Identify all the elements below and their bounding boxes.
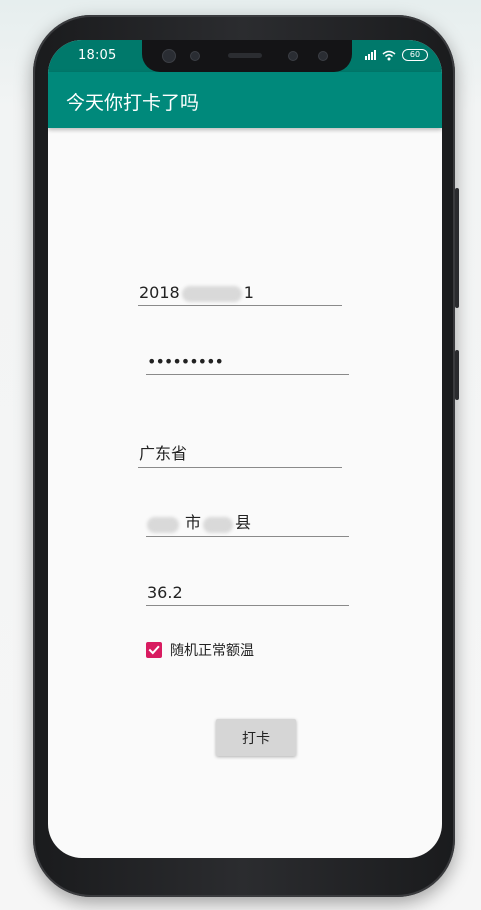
temperature-value: 36.2 bbox=[147, 583, 183, 602]
province-field[interactable]: 广东省 bbox=[138, 438, 342, 468]
front-camera-icon bbox=[162, 49, 176, 63]
username-field[interactable]: 2018 1 bbox=[138, 276, 342, 306]
app-screen: 18:05 60 今天你打卡了吗 2018 1 ••••••••• 广东省 市 … bbox=[48, 40, 442, 858]
county-label: 县 bbox=[235, 513, 252, 532]
city-label: 市 bbox=[185, 513, 202, 532]
redacted-blur bbox=[203, 517, 234, 533]
face-sensor-icon bbox=[288, 51, 298, 61]
volume-button bbox=[455, 350, 459, 400]
battery-icon: 60 bbox=[402, 49, 428, 61]
status-bar: 18:05 60 bbox=[48, 40, 442, 72]
status-time: 18:05 bbox=[78, 48, 117, 63]
redacted-blur bbox=[181, 286, 242, 302]
random-temp-checkbox[interactable] bbox=[146, 642, 162, 658]
wifi-icon bbox=[382, 50, 396, 60]
password-field[interactable]: ••••••••• bbox=[146, 345, 349, 375]
random-temp-label: 随机正常额温 bbox=[170, 643, 254, 659]
city-county-field[interactable]: 市 县 bbox=[146, 507, 349, 537]
front-camera-2-icon bbox=[318, 51, 328, 61]
power-button bbox=[455, 188, 459, 308]
temperature-field[interactable]: 36.2 bbox=[146, 576, 349, 606]
signal-icon bbox=[365, 50, 376, 60]
notch bbox=[142, 40, 352, 72]
speaker-icon bbox=[228, 53, 262, 58]
app-title: 今天你打卡了吗 bbox=[66, 92, 200, 114]
checkmark-icon bbox=[148, 645, 160, 655]
province-value: 广东省 bbox=[139, 444, 188, 463]
status-icons: 60 bbox=[365, 49, 428, 61]
sensor-icon bbox=[190, 51, 200, 61]
random-temp-option[interactable]: 随机正常额温 bbox=[146, 640, 254, 660]
username-suffix: 1 bbox=[243, 283, 254, 302]
clock-in-button[interactable]: 打卡 bbox=[216, 719, 296, 756]
app-bar: 今天你打卡了吗 bbox=[48, 72, 442, 128]
password-value: ••••••••• bbox=[147, 352, 224, 371]
username-prefix: 2018 bbox=[139, 283, 180, 302]
redacted-blur bbox=[147, 517, 179, 533]
